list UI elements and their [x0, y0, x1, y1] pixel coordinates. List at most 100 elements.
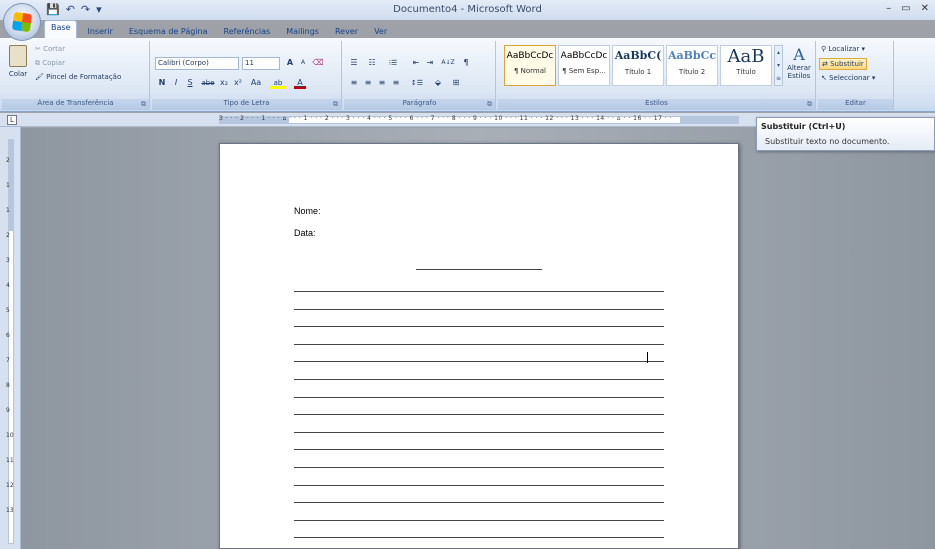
vertical-ruler-label: 1	[6, 207, 10, 214]
replace-button[interactable]: ⇄ Substituir	[819, 58, 867, 70]
writing-line	[294, 343, 664, 345]
writing-line	[294, 537, 664, 539]
copy-button[interactable]: ⧉ Copiar	[35, 59, 65, 68]
select-label: Seleccionar	[829, 74, 870, 82]
superscript-button[interactable]: x²	[232, 77, 244, 89]
style-name: ¶ Sem Esp...	[562, 67, 606, 75]
change-case-button[interactable]: Aa	[248, 77, 264, 89]
font-color-button[interactable]: A	[294, 77, 306, 89]
decrease-indent-button[interactable]: ⇤	[410, 57, 422, 69]
replace-icon: ⇄	[822, 60, 828, 68]
writing-line	[294, 361, 664, 363]
styles-group: AaBbCcDc ¶ Normal AaBbCcDc ¶ Sem Esp... …	[498, 41, 816, 110]
tab-esquema-de-pagina[interactable]: Esquema de Página	[123, 25, 214, 38]
align-center-button[interactable]: ≡	[362, 77, 374, 89]
change-styles-button[interactable]: A Alterar Estilos	[784, 45, 814, 95]
document-page[interactable]: Nome: Data:	[219, 143, 739, 549]
shrink-font-button[interactable]: A	[297, 57, 309, 69]
window-title: Documento4 - Microsoft Word	[393, 4, 542, 15]
select-button[interactable]: ↖ Seleccionar ▾	[821, 74, 875, 82]
style-name: Título 2	[678, 68, 706, 76]
underline-button[interactable]: S	[184, 77, 196, 89]
styles-scroll[interactable]: ▴ ▾ ≡	[774, 45, 783, 86]
writing-line	[294, 449, 664, 451]
writing-line	[294, 414, 664, 416]
paragraph-group: ☰ ☷ ⁝☰ ⇤ ⇥ A↓Z ¶ ≡ ≡ ≡ ≡ ↕☰ ⬙ ⊞ Parágraf…	[344, 41, 496, 110]
find-button[interactable]: ⚲ Localizar ▾	[821, 45, 865, 53]
copy-label: Copiar	[42, 59, 65, 67]
date-label: Data:	[294, 228, 316, 238]
multilevel-list-button[interactable]: ⁝☰	[384, 57, 402, 69]
font-family-select[interactable]: Calibri (Corpo)	[155, 57, 239, 70]
tab-referencias[interactable]: Referências	[218, 25, 277, 38]
ribbon: Colar ✂ Cortar ⧉ Copiar 🖌 Pincel de Form…	[0, 38, 935, 112]
tab-inserir[interactable]: Inserir	[81, 25, 118, 38]
style-preview: AaBbCcDc	[560, 51, 608, 61]
vertical-ruler-label: 4	[6, 282, 10, 289]
minimize-button[interactable]: –	[886, 3, 891, 14]
replace-label: Substituir	[830, 60, 864, 68]
font-group: Calibri (Corpo) 11 A A ⌫ N I S abe x₂ x²…	[152, 41, 342, 110]
style-preview: AaB	[727, 46, 765, 67]
dialog-launcher-icon[interactable]: ⧉	[141, 100, 146, 109]
clear-format-icon[interactable]: ⌫	[312, 57, 324, 69]
style-name: Título 1	[624, 68, 652, 76]
maximize-button[interactable]: ▭	[901, 3, 910, 14]
change-styles-icon: A	[793, 45, 805, 64]
format-painter-label: Pincel de Formatação	[46, 73, 122, 81]
align-left-button[interactable]: ≡	[348, 77, 360, 89]
style-heading-1[interactable]: AaBbC( Título 1	[612, 45, 664, 86]
style-name: ¶ Normal	[513, 67, 546, 75]
borders-icon[interactable]: ⊞	[450, 77, 462, 89]
style-no-spacing[interactable]: AaBbCcDc ¶ Sem Esp...	[558, 45, 610, 86]
tab-rever[interactable]: Rever	[329, 25, 364, 38]
binoculars-icon: ⚲	[821, 45, 827, 53]
style-heading-2[interactable]: AaBbCc Título 2	[666, 45, 718, 86]
cut-button[interactable]: ✂ Cortar	[35, 45, 65, 53]
dialog-launcher-icon[interactable]: ⧉	[487, 100, 492, 109]
tab-base[interactable]: Base	[44, 20, 78, 38]
clipboard-group: Colar ✂ Cortar ⧉ Copiar 🖌 Pincel de Form…	[2, 41, 150, 110]
justify-button[interactable]: ≡	[390, 77, 402, 89]
vertical-ruler-label: 11	[6, 457, 14, 464]
ruler-labels: 3 · · · 2 · · · 1 · · · ⌂ · · · 1 · · · …	[219, 115, 673, 122]
dialog-launcher-icon[interactable]: ⧉	[807, 100, 812, 109]
copy-icon: ⧉	[35, 59, 40, 67]
format-painter-button[interactable]: 🖌 Pincel de Formatação	[35, 73, 121, 81]
writing-line	[294, 326, 664, 328]
close-button[interactable]: ✕	[921, 3, 929, 14]
strikethrough-button[interactable]: abe	[200, 77, 216, 89]
bold-button[interactable]: N	[156, 77, 168, 89]
grow-font-button[interactable]: A	[284, 57, 296, 69]
paste-button[interactable]: Colar	[6, 45, 30, 89]
highlight-button[interactable]: ab	[270, 77, 286, 89]
writing-line	[294, 291, 664, 292]
office-button[interactable]	[3, 3, 41, 41]
writing-line	[294, 379, 664, 380]
style-normal[interactable]: AaBbCcDc ¶ Normal	[504, 45, 556, 86]
align-right-button[interactable]: ≡	[376, 77, 388, 89]
font-size-select[interactable]: 11	[242, 57, 280, 70]
dialog-launcher-icon[interactable]: ⧉	[333, 100, 338, 109]
increase-indent-button[interactable]: ⇥	[424, 57, 436, 69]
tab-mailings[interactable]: Mailings	[280, 25, 325, 38]
tooltip: Substituir (Ctrl+U) Substituir texto no …	[756, 117, 935, 151]
font-group-label: Tipo de Letra	[152, 99, 341, 110]
tab-selector-button[interactable]: L	[7, 115, 17, 125]
vertical-ruler-label: 2	[6, 232, 10, 239]
line-spacing-button[interactable]: ↕☰	[408, 77, 426, 89]
sort-button[interactable]: A↓Z	[440, 57, 456, 69]
bullets-button[interactable]: ☰	[348, 57, 360, 69]
paste-icon	[9, 45, 27, 67]
numbering-button[interactable]: ☷	[366, 57, 378, 69]
tab-ver[interactable]: Ver	[368, 25, 393, 38]
subscript-button[interactable]: x₂	[218, 77, 230, 89]
editing-group: ⚲ Localizar ▾ ⇄ Substituir ↖ Seleccionar…	[818, 41, 894, 110]
shading-icon[interactable]: ⬙	[432, 77, 444, 89]
style-title[interactable]: AaB Título	[720, 45, 772, 86]
vertical-ruler[interactable]: 2 1 1 2 3 4 5 6 7 8 9 10 11 12 13	[0, 127, 21, 549]
cursor-arrow-icon: ↖	[821, 74, 827, 82]
vertical-ruler-label: 5	[6, 307, 10, 314]
italic-button[interactable]: I	[170, 77, 182, 89]
show-formatting-button[interactable]: ¶	[460, 57, 472, 69]
